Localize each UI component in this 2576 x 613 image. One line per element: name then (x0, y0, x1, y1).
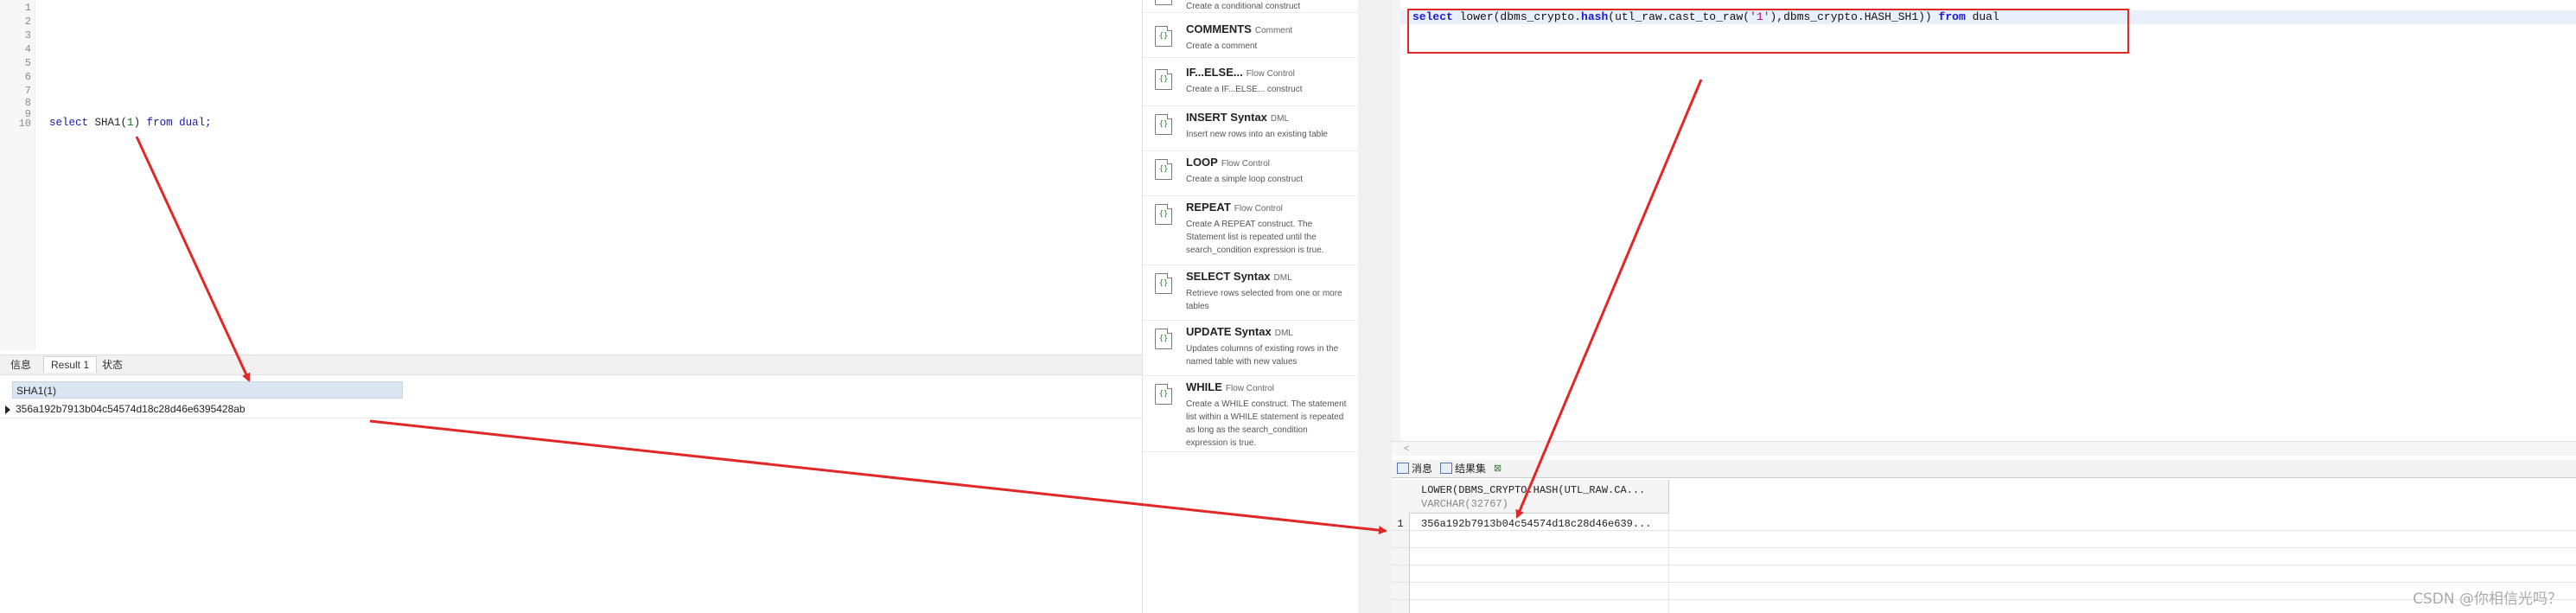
annotation-arrows (135, 79, 1703, 535)
arrow-left-to-right (369, 419, 1387, 535)
arrow-code-to-result (1515, 79, 1703, 519)
arrow-to-left-header (135, 136, 251, 382)
